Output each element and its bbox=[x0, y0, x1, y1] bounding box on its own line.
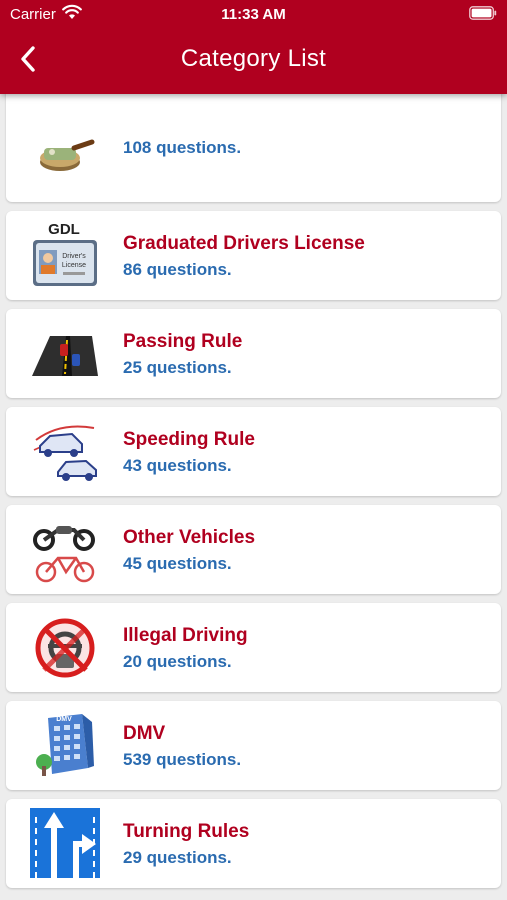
list-item[interactable]: Other Vehicles 45 questions. bbox=[6, 505, 501, 594]
gdl-icon-text: GDL bbox=[48, 221, 80, 238]
svg-text:Driver's: Driver's bbox=[62, 253, 86, 260]
list-item[interactable]: Turning Rules 29 questions. bbox=[6, 799, 501, 888]
battery-icon bbox=[469, 6, 497, 20]
status-time: 11:33 AM bbox=[221, 6, 286, 23]
list-item[interactable]: 108 questions. bbox=[6, 94, 501, 202]
category-title: Passing Rule bbox=[123, 331, 243, 352]
road-passing-icon bbox=[32, 336, 98, 376]
category-count: 539 questions. bbox=[123, 750, 242, 769]
category-count: 108 questions. bbox=[123, 138, 242, 157]
category-title: Illegal Driving bbox=[123, 625, 248, 646]
money-icon bbox=[40, 139, 95, 171]
status-bar: Carrier 11:33 AM bbox=[0, 0, 507, 28]
category-count: 29 questions. bbox=[123, 848, 232, 867]
speeding-cars-icon bbox=[33, 425, 97, 481]
screen: Carrier 11:33 AM Category List 108 quest… bbox=[0, 0, 507, 900]
turn-arrow-icon bbox=[30, 808, 100, 878]
category-count: 20 questions. bbox=[123, 652, 232, 671]
category-count: 25 questions. bbox=[123, 358, 232, 377]
page-title: Category List bbox=[180, 45, 327, 72]
category-count: 43 questions. bbox=[123, 456, 232, 475]
category-title: Graduated Drivers License bbox=[123, 233, 365, 254]
category-list: 108 questions. GDL Driver's License Grad… bbox=[0, 94, 507, 900]
category-title: Speeding Rule bbox=[123, 429, 255, 450]
no-driving-icon bbox=[35, 618, 95, 678]
list-item[interactable]: Passing Rule 25 questions. bbox=[6, 309, 501, 398]
list-item[interactable]: DMV DMV 539 questions. bbox=[6, 701, 501, 790]
navigation-bar: Carrier 11:33 AM Category List bbox=[0, 0, 507, 94]
category-title: Turning Rules bbox=[123, 821, 250, 842]
motorcycle-bicycle-icon bbox=[33, 526, 95, 583]
list-item[interactable]: Illegal Driving 20 questions. bbox=[6, 603, 501, 692]
category-count: 45 questions. bbox=[123, 554, 232, 573]
category-count: 86 questions. bbox=[123, 260, 232, 279]
svg-text:License: License bbox=[62, 262, 86, 269]
gdl-license-icon: GDL Driver's License bbox=[33, 221, 97, 286]
dmv-building-icon: DMV bbox=[36, 714, 94, 776]
category-title: DMV bbox=[123, 723, 166, 744]
svg-text:DMV: DMV bbox=[56, 716, 72, 723]
list-item[interactable]: Speeding Rule 43 questions. bbox=[6, 407, 501, 496]
category-title: Other Vehicles bbox=[123, 527, 256, 548]
list-item[interactable]: GDL Driver's License Graduated Drivers L… bbox=[6, 211, 501, 300]
